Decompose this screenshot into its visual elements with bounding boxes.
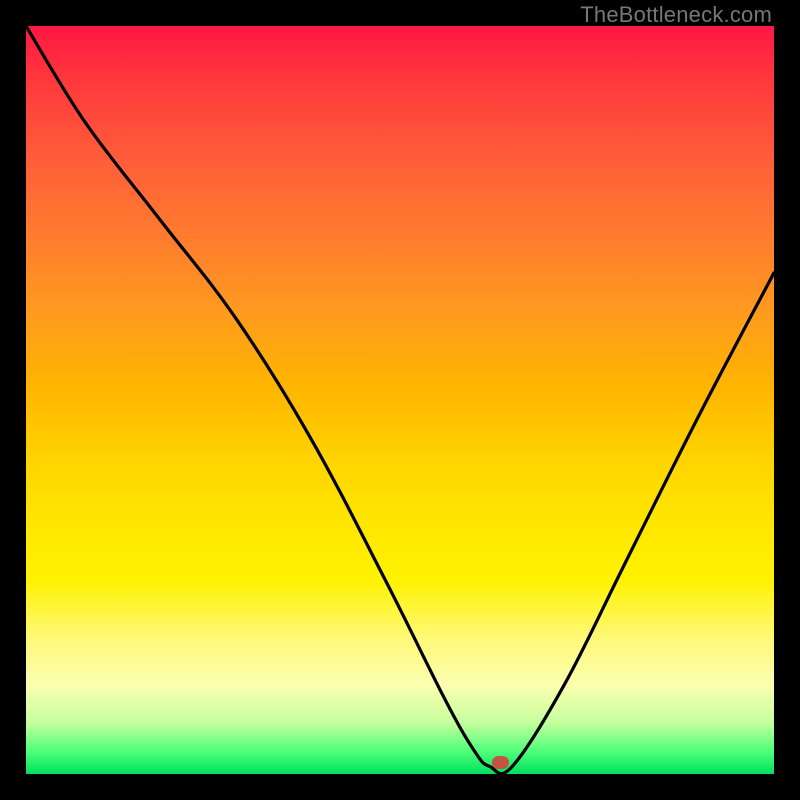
chart-frame: TheBottleneck.com [0,0,800,800]
plot-area [26,26,774,774]
attribution-text: TheBottleneck.com [580,2,772,28]
bottleneck-curve [26,26,774,774]
